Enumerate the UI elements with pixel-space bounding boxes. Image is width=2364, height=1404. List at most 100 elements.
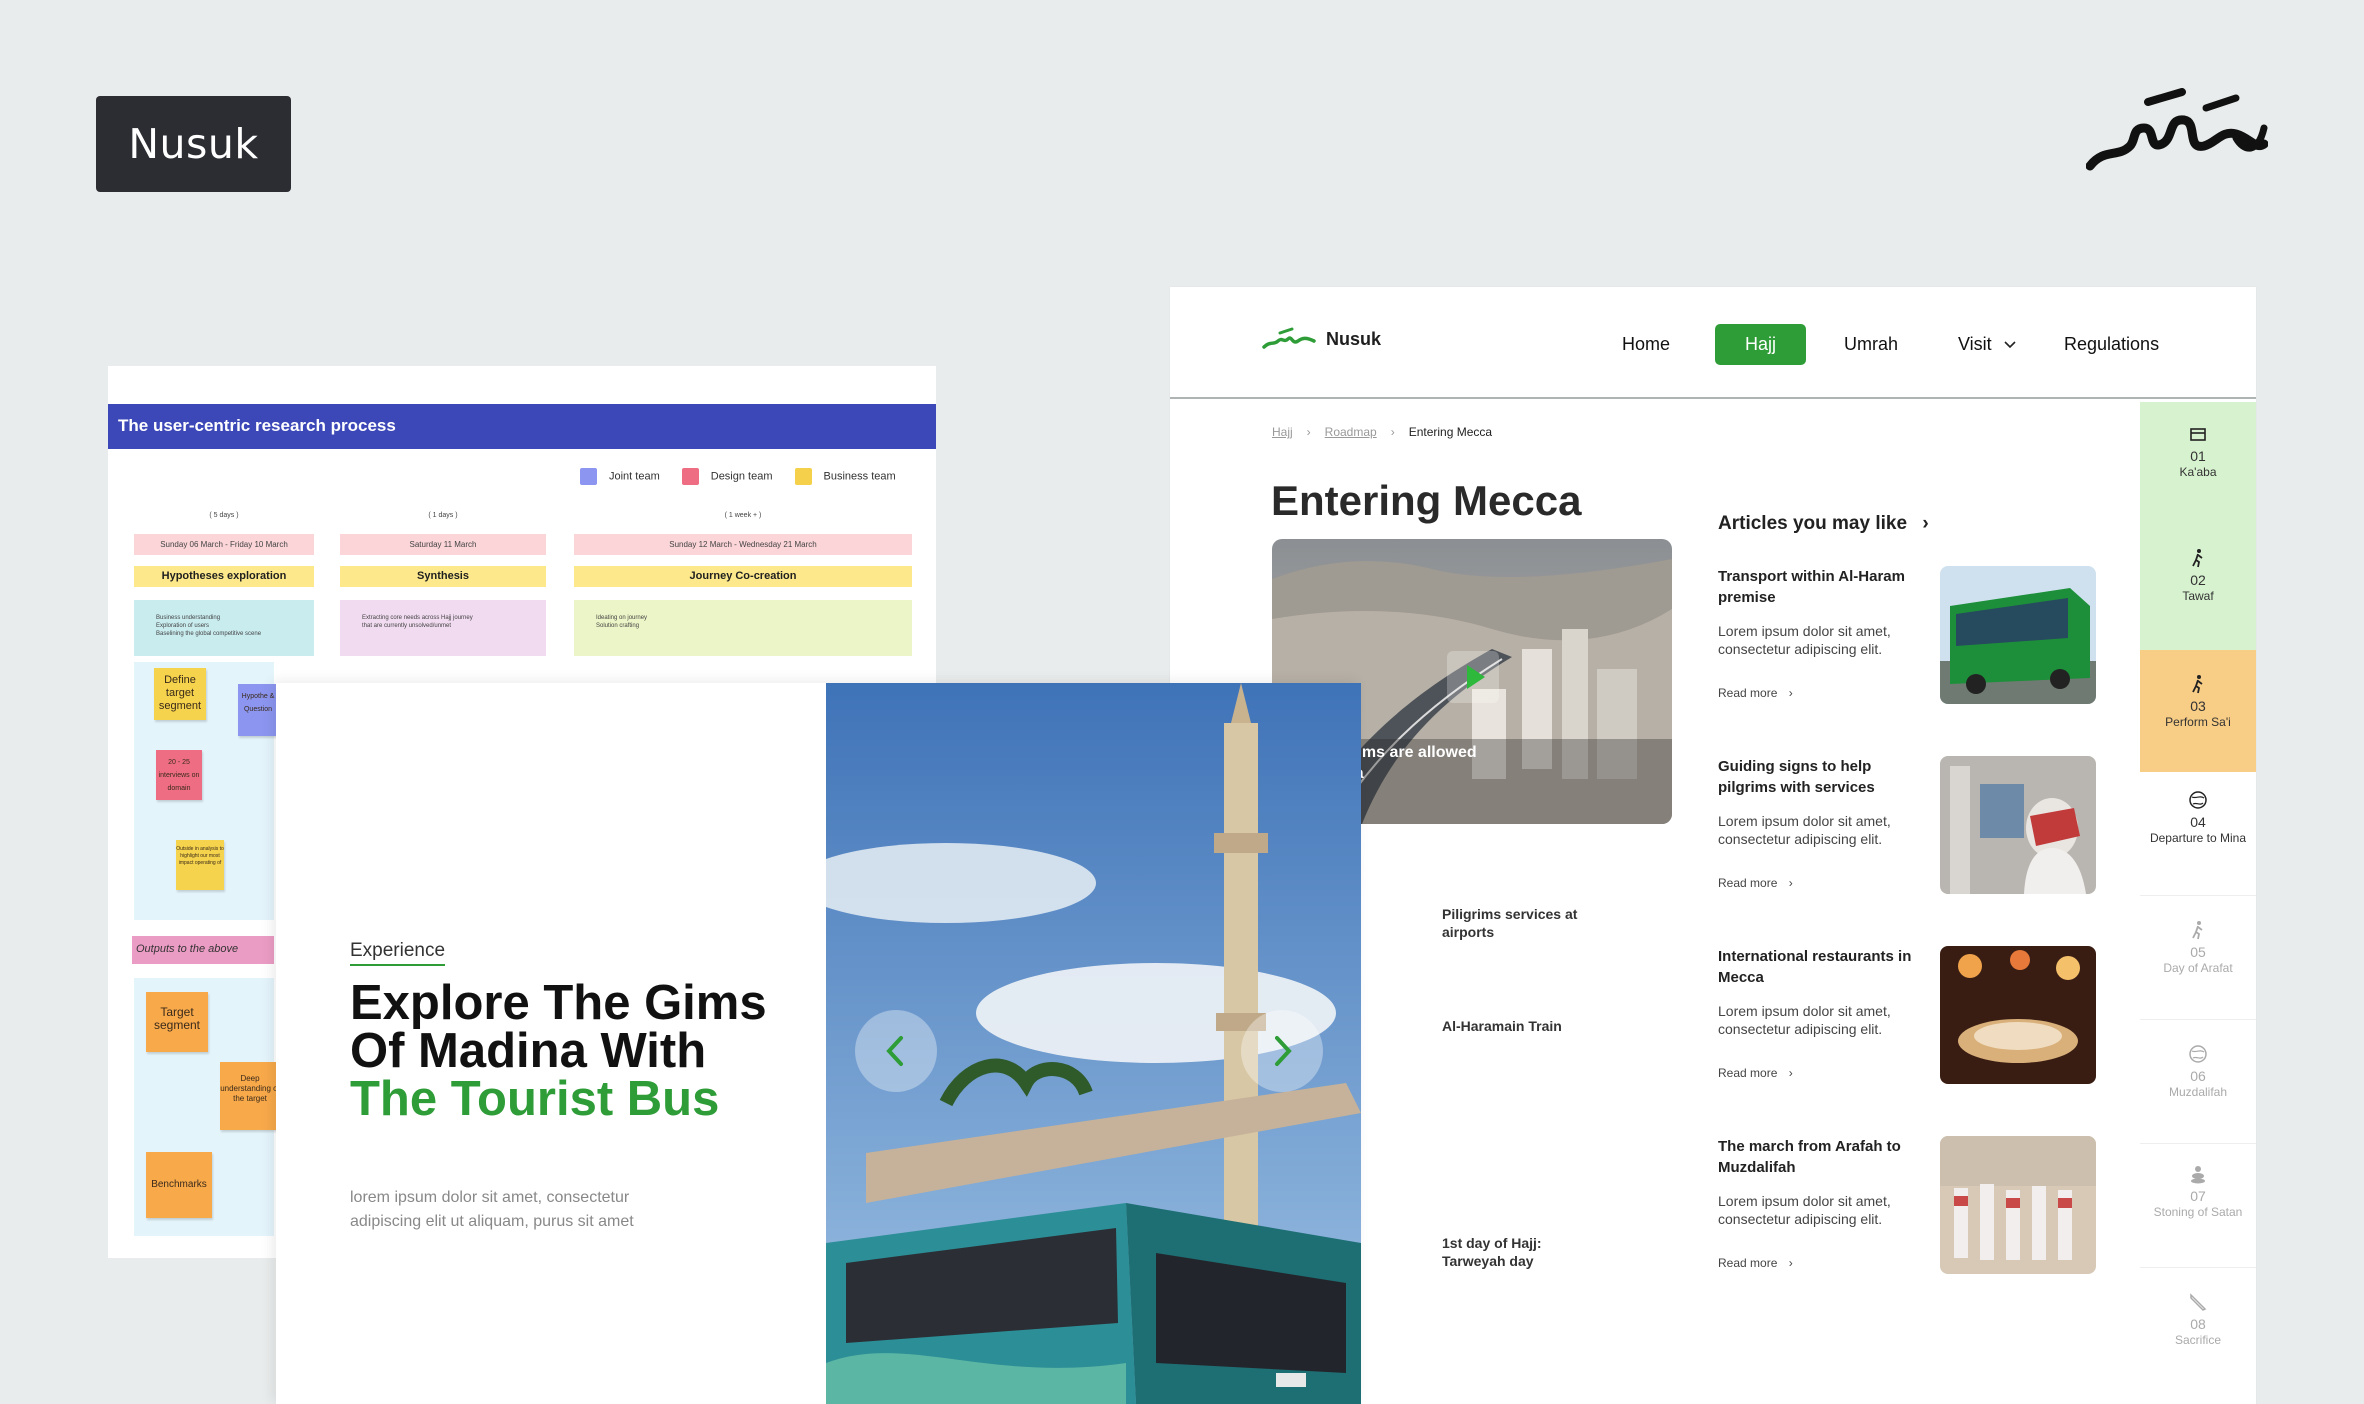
march-image (1940, 1136, 2096, 1274)
article-title: Transport within Al-Haram premise (1718, 568, 1905, 606)
sticky-interviews: 20 - 25 interviews on domain (156, 750, 202, 800)
restaurant-image (1940, 946, 2096, 1084)
article-title: The march from Arafah to Muzdalifah (1718, 1138, 1901, 1176)
nav-visit[interactable]: Visit (1958, 324, 2017, 365)
madina-bus-photo (826, 683, 1361, 1404)
guiding-sign-image (1940, 756, 2096, 894)
running-icon (2192, 675, 2203, 694)
chevron-right-icon (1275, 1036, 1292, 1066)
article-card[interactable]: The march from Arafah to Muzdalifah Lore… (1718, 1136, 2108, 1276)
read-more-link[interactable]: Read more › (1718, 1066, 1793, 1080)
eyebrow-label: Experience (350, 940, 446, 966)
carousel-prev-button[interactable] (855, 1010, 937, 1092)
walking-icon (2192, 549, 2203, 568)
dates-1: Sunday 06 March - Friday 10 March (134, 534, 314, 555)
read-more-link[interactable]: Read more › (1718, 686, 1793, 700)
kaaba-icon (2190, 428, 2206, 441)
globe-icon (2189, 791, 2207, 809)
nusuk-calligraphy-logo (2086, 88, 2268, 171)
notes-2: Extracting core needs across Hajj journe… (340, 600, 546, 656)
sticky-hypothesis: Hypothe & Question (238, 684, 278, 736)
sticky-target-segment: Target segment (146, 992, 208, 1052)
legend-joint: Joint team (580, 468, 660, 485)
page-title: Entering Mecca (1271, 477, 1582, 524)
breadcrumb-hajj[interactable]: Hajj (1272, 425, 1293, 439)
step-item[interactable]: 08 Sacrifice (2140, 1268, 2256, 1392)
step-item[interactable]: 02 Tawaf (2140, 526, 2256, 650)
phase-3: Journey Co-creation (574, 566, 912, 587)
breadcrumb-current: Entering Mecca (1408, 425, 1493, 439)
globe-icon (2189, 1045, 2207, 1063)
step-item[interactable]: 07 Stoning of Satan (2140, 1144, 2256, 1268)
nusuk-logo-icon (1262, 327, 1316, 349)
legend-design: Design team (681, 468, 773, 485)
card-subtitle: lorem ipsum dolor sit amet, consectetur … (350, 1189, 634, 1230)
legend-business: Business team (794, 468, 896, 485)
duration-1: ( 5 days ) (209, 512, 239, 519)
duration-3: ( 1 week + ) (724, 512, 762, 519)
card-text-area: Experience Explore The Gims Of Madina Wi… (276, 683, 826, 1404)
sticky-outside-in: Outside in analysis to highlight our mos… (176, 840, 224, 890)
play-button[interactable] (1447, 651, 1499, 703)
chevron-down-icon (2004, 341, 2016, 349)
list-item-tarweyah[interactable]: 1st day of Hajj: Tarweyah day (1442, 1234, 1602, 1270)
article-desc: Lorem ipsum dolor sit amet, consectetur … (1718, 623, 1891, 657)
stones-icon (2191, 1166, 2205, 1184)
dates-2: Saturday 11 March (340, 534, 546, 555)
sticky-define-target: Define target segment (154, 668, 206, 720)
chevron-right-icon: › (1306, 425, 1311, 439)
phase-1: Hypotheses exploration (134, 566, 314, 587)
step-item[interactable]: 04 Departure to Mina (2140, 772, 2256, 896)
brand-logo[interactable]: Nusuk (1262, 327, 1381, 351)
knife-icon (2190, 1293, 2207, 1311)
step-item[interactable]: 01 Ka'aba (2140, 402, 2256, 526)
chevron-right-icon: › (1922, 513, 1929, 534)
read-more-link[interactable]: Read more › (1718, 1256, 1793, 1270)
nav-regulations[interactable]: Regulations (2064, 324, 2159, 365)
nav-hajj[interactable]: Hajj (1715, 324, 1806, 365)
breadcrumb: Hajj › Roadmap › Entering Mecca (1272, 425, 1492, 439)
article-desc: Lorem ipsum dolor sit amet, consectetur … (1718, 1003, 1891, 1037)
article-title: Guiding signs to help pilgrims with serv… (1718, 758, 1875, 796)
brand-name: Nusuk (1326, 328, 1382, 349)
walking-icon (2192, 921, 2203, 940)
project-tag: Nusuk (96, 96, 291, 192)
step-item[interactable]: 05 Day of Arafat (2140, 896, 2256, 1020)
article-title: International restaurants in Mecca (1718, 948, 1912, 986)
article-desc: Lorem ipsum dolor sit amet, consectetur … (1718, 1193, 1891, 1227)
hajj-steps-tracker: 01 Ka'aba 02 Tawaf 03 Perform Sa'i 04 Depart… (2140, 402, 2256, 1404)
card-headline: Explore The Gims Of Madina With The Tour… (350, 976, 767, 1126)
article-desc: Lorem ipsum dolor sit amet, consectetur … (1718, 813, 1891, 847)
sticky-benchmarks: Benchmarks (146, 1152, 212, 1218)
article-card[interactable]: International restaurants in Mecca Lorem… (1718, 946, 2108, 1086)
carousel-next-button[interactable] (1241, 1010, 1323, 1092)
articles-heading-label: Articles you may like (1718, 513, 1908, 534)
breadcrumb-roadmap[interactable]: Roadmap (1325, 425, 1377, 439)
tourist-bus-card: Experience Explore The Gims Of Madina Wi… (276, 683, 1361, 1404)
article-card[interactable]: Guiding signs to help pilgrims with serv… (1718, 756, 2108, 896)
step-item[interactable]: 06 Muzdalifah (2140, 1020, 2256, 1144)
outputs-label: Outputs to the above (132, 936, 274, 964)
read-more-link[interactable]: Read more › (1718, 876, 1793, 890)
dates-3: Sunday 12 March - Wednesday 21 March (574, 534, 912, 555)
notes-1: Business understanding Exploration of use… (134, 600, 314, 656)
chevron-left-icon (886, 1036, 903, 1066)
notes-3: Ideating on journey Solution crafting (574, 600, 912, 656)
step-item-current[interactable]: 03 Perform Sa'i (2140, 650, 2256, 772)
chevron-right-icon: › (1390, 425, 1395, 439)
board-legend: Joint team Design team Business team (580, 468, 896, 485)
sticky-deep-understanding: Deep understanding of the target (220, 1062, 280, 1130)
article-card[interactable]: Transport within Al-Haram premise Lorem … (1718, 566, 2108, 706)
list-item-train[interactable]: Al-Haramain Train (1442, 1017, 1602, 1035)
nav-umrah[interactable]: Umrah (1844, 324, 1898, 365)
top-nav: Nusuk Home Hajj Umrah Visit Regulations (1170, 287, 2256, 399)
phase-2: Synthesis (340, 566, 546, 587)
play-icon (1467, 665, 1485, 689)
board-title: The user-centric research process (108, 404, 936, 449)
bus-image (1940, 566, 2096, 704)
list-item-airports[interactable]: Piligrims services at airports (1442, 905, 1602, 941)
nav-home[interactable]: Home (1622, 324, 1670, 365)
nav-visit-label: Visit (1958, 334, 1992, 354)
articles-heading[interactable]: Articles you may like › (1718, 513, 1929, 535)
duration-2: ( 1 days ) (428, 512, 458, 519)
